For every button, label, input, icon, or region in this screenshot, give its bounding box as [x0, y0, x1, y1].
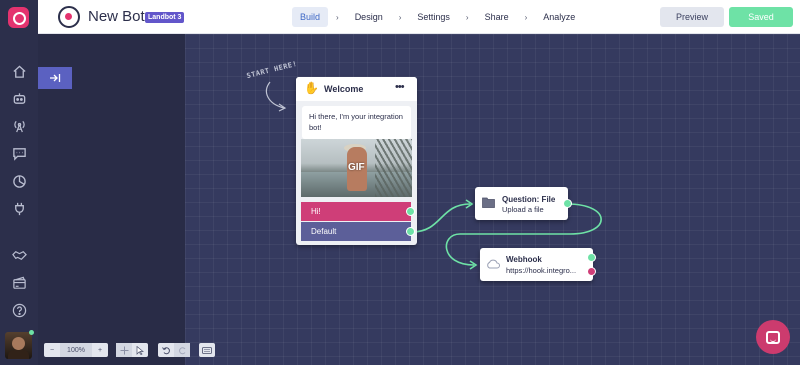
expand-panel-button[interactable]	[38, 67, 72, 89]
button-hi[interactable]: Hi!	[301, 202, 411, 221]
webhook-node-title: Webhook	[506, 255, 542, 264]
landbot-logo-icon	[8, 7, 29, 28]
tab-build[interactable]: Build	[292, 7, 329, 27]
integrations-icon[interactable]	[11, 200, 27, 216]
welcome-gif: GIF	[301, 139, 412, 197]
top-bar: New Bot Landbot 3 Build › Design › Setti…	[0, 0, 800, 34]
broadcast-icon[interactable]	[11, 117, 27, 133]
question-file-node[interactable]: Question: File Upload a file	[475, 187, 568, 220]
user-avatar[interactable]	[5, 332, 32, 359]
keyboard-icon	[199, 343, 215, 357]
home-icon[interactable]	[11, 63, 27, 79]
move-icon	[120, 346, 128, 354]
zoom-out-button[interactable]: −	[44, 343, 60, 357]
tab-design[interactable]: Design	[347, 7, 391, 27]
chevron-right-icon: ›	[465, 12, 469, 22]
redo-icon	[178, 346, 185, 354]
help-icon[interactable]	[11, 302, 27, 318]
cursor-tools	[116, 343, 148, 357]
pan-tool-button[interactable]	[116, 343, 132, 357]
folder-icon	[482, 197, 495, 208]
zoom-level: 100%	[60, 343, 92, 357]
output-port-hi[interactable]	[406, 207, 415, 216]
main-sidebar	[0, 34, 38, 365]
welcome-node-header: ✋ Welcome •••	[296, 77, 417, 101]
waving-hand-icon: ✋	[304, 81, 319, 95]
support-chat-button[interactable]	[756, 320, 790, 354]
question-node-title: Question: File	[502, 195, 556, 204]
plan-badge: Landbot 3	[145, 12, 185, 23]
zoom-controls: − 100% +	[44, 343, 108, 357]
cloud-icon	[487, 259, 500, 269]
saved-button[interactable]: Saved	[729, 7, 793, 27]
tab-settings[interactable]: Settings	[409, 7, 458, 27]
partners-icon[interactable]	[11, 247, 27, 263]
chat-icon[interactable]	[11, 145, 27, 161]
shortcuts-button[interactable]	[199, 343, 215, 357]
builder-nav: Build › Design › Settings › Share › Anal…	[292, 7, 583, 27]
bot-avatar-icon	[58, 6, 80, 28]
billing-icon[interactable]	[11, 275, 27, 291]
output-port-default[interactable]	[406, 227, 415, 236]
chevron-right-icon: ›	[398, 12, 402, 22]
history-tools	[158, 343, 190, 357]
question-node-subtitle: Upload a file	[502, 205, 544, 214]
analytics-icon[interactable]	[11, 173, 27, 189]
arrow-right-bar-icon	[50, 74, 61, 82]
cursor-icon	[136, 345, 144, 355]
chevron-right-icon: ›	[524, 12, 528, 22]
chevron-right-icon: ›	[336, 12, 339, 22]
select-tool-button[interactable]	[132, 343, 148, 357]
undo-icon	[161, 346, 170, 354]
tab-share[interactable]: Share	[477, 7, 517, 27]
welcome-message: Hi there, I'm your integration bot!	[302, 106, 411, 139]
output-port-question[interactable]	[563, 199, 572, 208]
button-default[interactable]: Default	[301, 222, 411, 241]
bot-name[interactable]: New Bot	[88, 8, 145, 25]
undo-button[interactable]	[158, 343, 174, 357]
welcome-node-title: Welcome	[324, 84, 364, 94]
gif-label: GIF	[348, 162, 365, 173]
online-status-dot	[29, 330, 34, 335]
webhook-node[interactable]: Webhook https://hook.integro...	[480, 248, 593, 281]
landbot-logo-tile[interactable]	[0, 0, 38, 34]
preview-button[interactable]: Preview	[660, 7, 724, 27]
bot-icon[interactable]	[11, 90, 27, 106]
output-port-webhook-error[interactable]	[587, 267, 596, 276]
more-options-icon[interactable]: •••	[395, 81, 405, 93]
tab-analyze[interactable]: Analyze	[535, 7, 583, 27]
zoom-in-button[interactable]: +	[92, 343, 108, 357]
redo-button[interactable]	[174, 343, 190, 357]
chat-bubble-icon	[766, 330, 780, 344]
output-port-webhook-success[interactable]	[587, 253, 596, 262]
webhook-node-url: https://hook.integro...	[506, 266, 577, 275]
